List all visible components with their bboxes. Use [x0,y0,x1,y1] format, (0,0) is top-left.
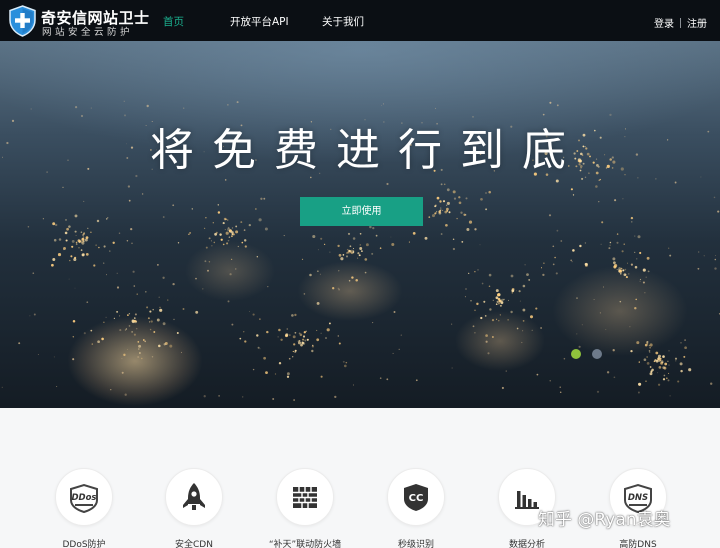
feature-icon-circle: CC [387,468,445,526]
top-header: 奇安信网站卫士 网站安全云防护 首页 开放平台API 关于我们 登录 注册 [0,0,720,41]
brick-wall-icon [293,487,317,508]
svg-text:DNS: DNS [628,493,648,503]
svg-text:CC: CC [409,493,424,504]
register-link[interactable]: 注册 [687,15,707,30]
main-nav: 首页 开放平台API 关于我们 [163,14,364,29]
shield-plus-icon [9,5,36,37]
cc-shield-icon: CC [404,484,428,511]
auth-divider [680,17,681,28]
svg-text:DDos: DDos [71,493,96,503]
rocket-icon [183,483,205,510]
carousel-dot-2[interactable] [592,349,602,359]
hero-title: 将免费进行到底 [150,125,584,176]
carousel-dot-1[interactable] [571,349,581,359]
hero-banner: 将免费进行到底 立即使用 [0,41,720,408]
login-link[interactable]: 登录 [654,15,674,30]
logo-subtitle: 网站安全云防护 [42,27,134,38]
feature-label: DDoS防护 [62,540,106,548]
feature-icon-circle: DDos [55,468,113,526]
start-now-button[interactable]: 立即使用 [300,197,423,226]
site-logo[interactable]: 奇安信网站卫士 网站安全云防护 [8,5,158,38]
ddos-shield-icon: DDos [70,483,98,514]
feature-label: “补天”联动防火墙 [268,540,342,548]
page: 奇安信网站卫士 网站安全云防护 首页 开放平台API 关于我们 登录 注册 将免… [0,0,720,548]
feature-icon-circle [165,468,223,526]
nav-item-open-api[interactable]: 开放平台API [230,14,322,29]
feature-label: 安全CDN [175,540,213,548]
feature-icon-circle [276,468,334,526]
feature-label: 高防DNS [619,540,657,548]
watermark: 知乎 @Ryan袁奥 [538,510,671,530]
auth-links: 登录 注册 [654,15,707,30]
nav-item-about-us[interactable]: 关于我们 [322,14,364,29]
carousel-dots [571,349,613,359]
feature-label: 秒级识别 [397,540,434,548]
feature-label: 数据分析 [508,540,545,548]
nav-item-home[interactable]: 首页 [163,14,230,29]
